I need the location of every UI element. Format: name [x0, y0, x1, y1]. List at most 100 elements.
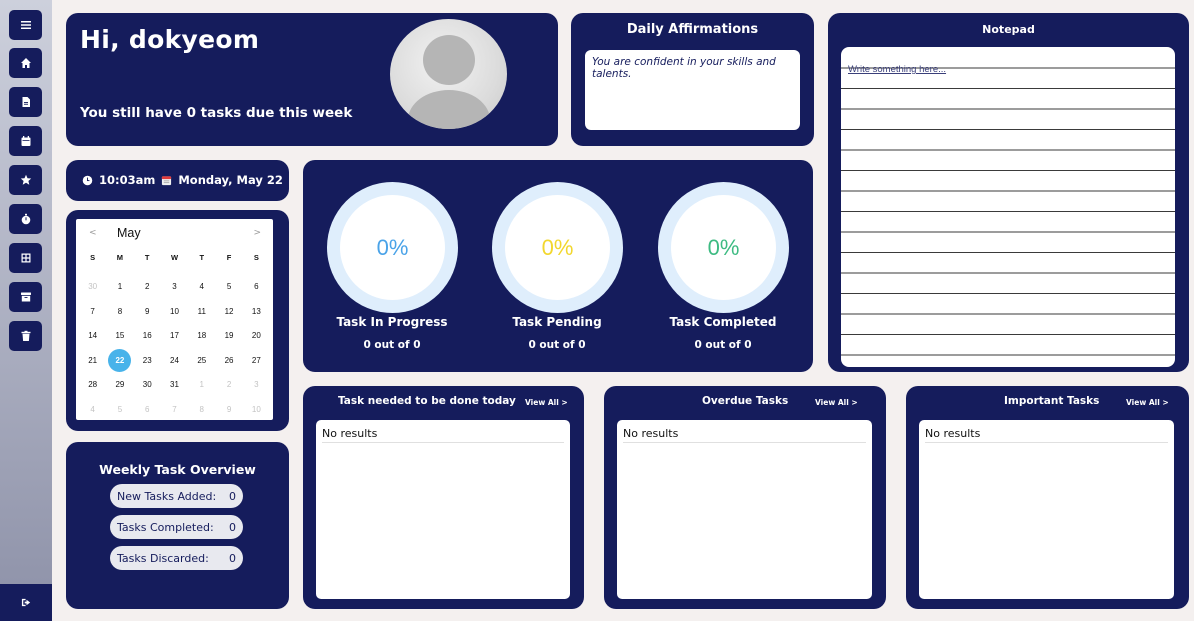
sidebar-item-favorites[interactable] [9, 165, 42, 195]
calendar-day[interactable]: 16 [134, 324, 161, 349]
calendar-day-today[interactable]: 22 [106, 348, 133, 373]
calendar-day-number: 28 [88, 380, 98, 390]
sidebar-item-timer[interactable] [9, 204, 42, 234]
logout-icon [21, 598, 30, 607]
calendar-day[interactable]: 4 [79, 397, 106, 422]
calendar-day[interactable]: 2 [215, 373, 242, 398]
calendar-day[interactable]: 30 [79, 275, 106, 300]
calendar-prev-button[interactable]: < [89, 228, 97, 238]
calendar-day[interactable]: 3 [161, 275, 188, 300]
avatar[interactable] [390, 19, 507, 129]
notepad-title: Notepad [982, 23, 1035, 36]
pending-count: 0 out of 0 [528, 339, 586, 351]
calendar-day[interactable]: 15 [106, 324, 133, 349]
important-tasks-list: No results [919, 420, 1174, 599]
notepad-textarea[interactable]: Write something here... [841, 47, 1175, 367]
completed-count: 0 out of 0 [694, 339, 752, 351]
datetime-row: 10:03am Monday, May 22 [82, 173, 283, 187]
calendar-day[interactable]: 8 [106, 299, 133, 324]
calendar-grid: S M T W T F S 30 1 2 3 4 5 6 7 8 9 10 11 12 13 14 15 16 17 18 19 20… [79, 250, 270, 422]
calendar-day[interactable]: 2 [134, 275, 161, 300]
calendar-day[interactable]: 30 [134, 373, 161, 398]
sidebar-item-board[interactable] [9, 243, 42, 273]
weekly-overview-card: Weekly Task Overview New Tasks Added: 0 … [66, 442, 289, 609]
notepad-placeholder: Write something here... [848, 64, 947, 75]
calendar-day-number: 31 [170, 380, 179, 390]
calendar-day-number: 2 [226, 380, 232, 390]
greeting-title: Hi, dokyeom [80, 25, 260, 54]
sidebar-item-home[interactable] [9, 48, 42, 78]
calendar-day[interactable]: 29 [106, 373, 133, 398]
calendar-day[interactable]: 10 [161, 299, 188, 324]
clock-card: 10:03am Monday, May 22 [66, 160, 289, 201]
important-view-all-link[interactable]: View All > [1126, 398, 1169, 407]
calendar-day[interactable]: 11 [188, 299, 215, 324]
calendar-day-number: 5 [117, 404, 123, 414]
avatar-head-shape [423, 35, 475, 85]
calendar-day[interactable]: 9 [134, 299, 161, 324]
calendar-day[interactable]: 24 [161, 348, 188, 373]
calendar-day[interactable]: 10 [243, 397, 270, 422]
sidebar-item-trash[interactable] [9, 321, 42, 351]
calendar-day[interactable]: 27 [243, 348, 270, 373]
calendar-day[interactable]: 17 [161, 324, 188, 349]
calendar-day[interactable]: 19 [215, 324, 242, 349]
calendar-day[interactable]: 1 [106, 275, 133, 300]
sidebar-item-documents[interactable] [9, 87, 42, 117]
calendar-day-number: 5 [226, 282, 232, 292]
calendar-month-label[interactable]: May [117, 226, 141, 240]
calendar-day[interactable]: 8 [188, 397, 215, 422]
today-view-all-link[interactable]: View All > [525, 398, 568, 407]
calendar-weekday: T [199, 252, 205, 262]
calendar-header: < May > [76, 226, 273, 242]
calendar-day-number: 6 [144, 404, 150, 414]
calendar-emoji-icon [162, 175, 172, 185]
overdue-empty-message: No results [623, 427, 866, 443]
calendar-day[interactable]: 20 [243, 324, 270, 349]
calendar-next-button[interactable]: > [253, 228, 261, 238]
calendar-day[interactable]: 7 [79, 299, 106, 324]
new-tasks-value: 0 [229, 489, 236, 503]
pending-percent: 0% [505, 195, 610, 300]
calendar-day[interactable]: 21 [79, 348, 106, 373]
calendar-day[interactable]: 23 [134, 348, 161, 373]
calendar-day-number: 16 [142, 331, 152, 341]
calendar-day[interactable]: 4 [188, 275, 215, 300]
calendar-day-number: 8 [199, 404, 204, 414]
calendar-day[interactable]: 7 [161, 397, 188, 422]
clock-icon [82, 175, 93, 185]
today-tasks-list: No results [316, 420, 570, 599]
affirmation-text: You are confident in your skills and tal… [585, 50, 800, 130]
calendar-day-number: 19 [224, 331, 234, 341]
calendar-day[interactable]: 5 [215, 275, 242, 300]
calendar-day[interactable]: 25 [188, 348, 215, 373]
calendar-day[interactable]: 9 [215, 397, 242, 422]
important-tasks-title: Important Tasks [1004, 395, 1100, 407]
calendar-day[interactable]: 14 [79, 324, 106, 349]
calendar-day-number: 21 [88, 355, 98, 365]
logout-button[interactable] [0, 584, 52, 621]
calendar-day[interactable]: 6 [134, 397, 161, 422]
calendar-day[interactable]: 12 [215, 299, 242, 324]
new-tasks-pill: New Tasks Added: 0 [110, 484, 243, 508]
calendar-day[interactable]: 13 [243, 299, 270, 324]
calendar-day-number: 30 [88, 282, 98, 292]
menu-toggle-button[interactable] [9, 10, 42, 40]
overdue-tasks-list: No results [617, 420, 872, 599]
calendar-day[interactable]: 18 [188, 324, 215, 349]
calendar-card: < May > S M T W T F S 30 1 2 3 4 5 6 7 8 9 10 11 12 13 14 15 16… [66, 210, 289, 431]
calendar-day[interactable]: 28 [79, 373, 106, 398]
calendar-day[interactable]: 3 [243, 373, 270, 398]
trash-icon [21, 330, 30, 341]
calendar-day[interactable]: 26 [215, 348, 242, 373]
calendar-day[interactable]: 1 [188, 373, 215, 398]
important-tasks-card: Important Tasks View All > No results [906, 386, 1189, 609]
calendar-day[interactable]: 31 [161, 373, 188, 398]
calendar-day[interactable]: 5 [106, 397, 133, 422]
sidebar-item-calendar[interactable] [9, 126, 42, 156]
sidebar-item-archive[interactable] [9, 282, 42, 312]
calendar-day[interactable]: 6 [243, 275, 270, 300]
calendar-day-number: 1 [117, 282, 123, 292]
calendar-day-number: 12 [224, 306, 234, 316]
overdue-view-all-link[interactable]: View All > [815, 398, 858, 407]
